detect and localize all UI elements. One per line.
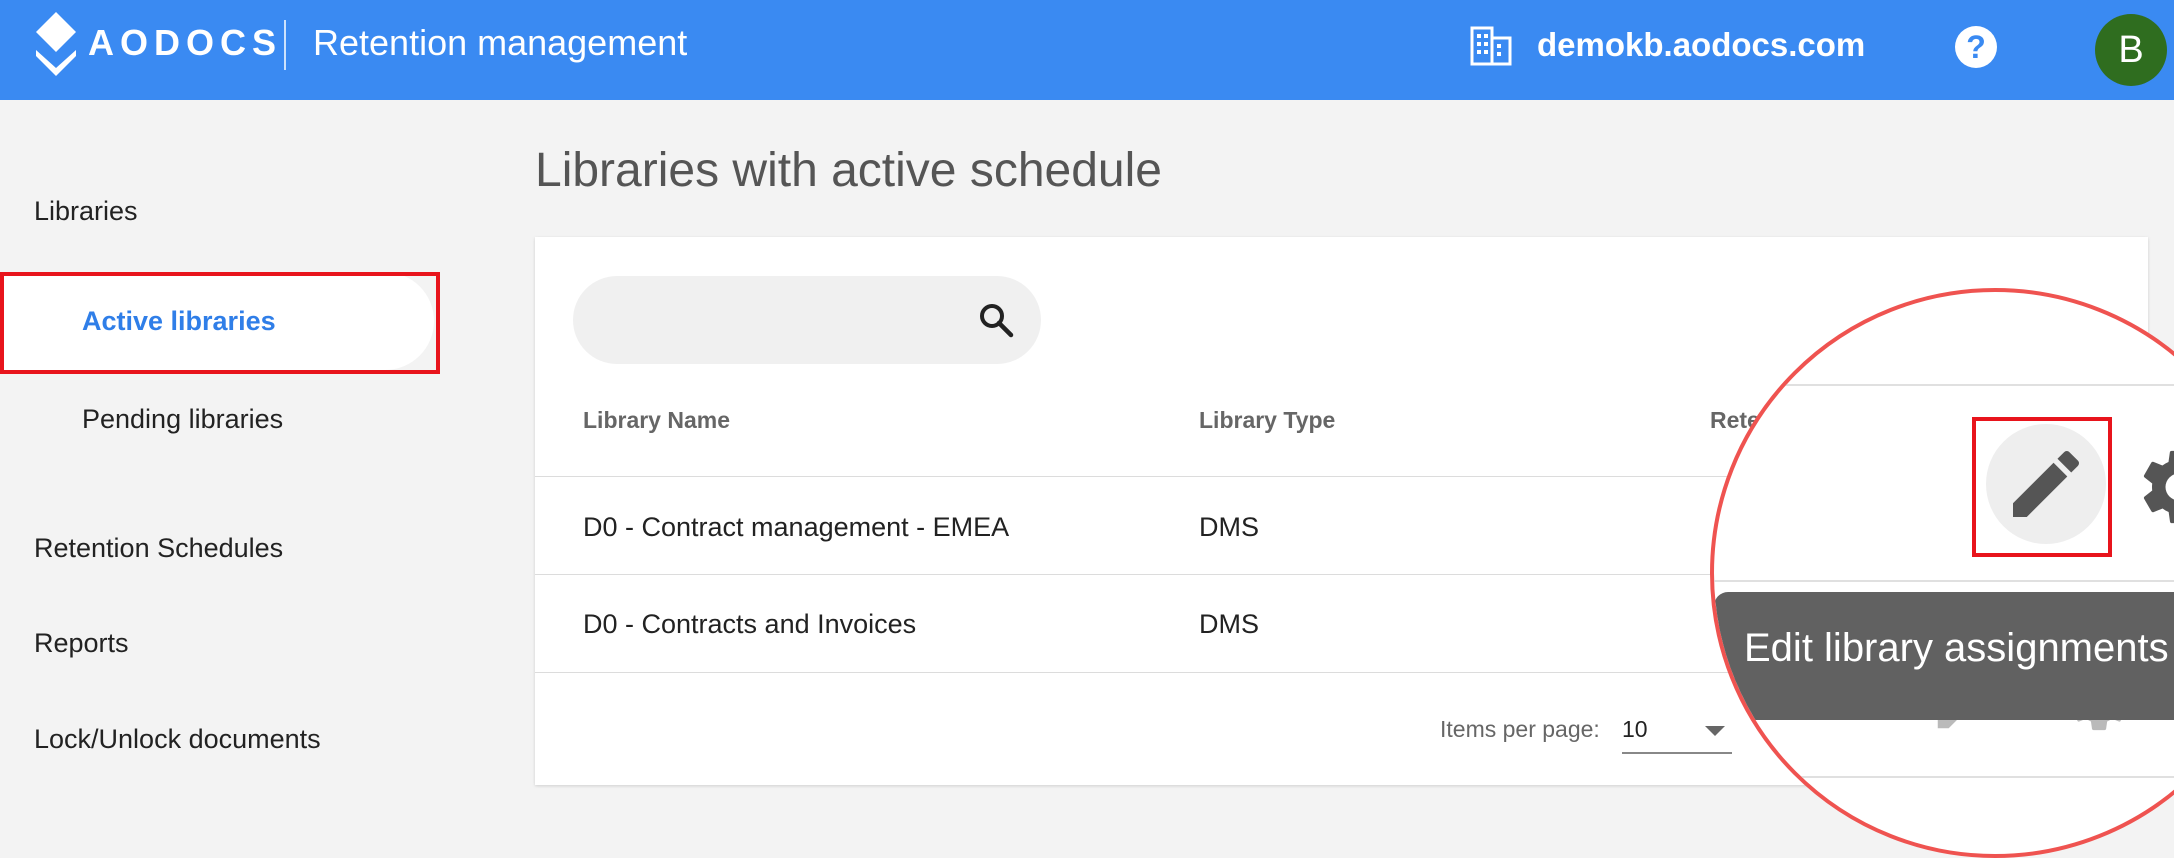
zoom-row-divider [1714, 580, 2174, 582]
table-row-2-name[interactable]: D0 - Contracts and Invoices [583, 609, 916, 640]
sidebar-item-reports[interactable]: Reports [34, 628, 129, 659]
aodocs-logo-icon [36, 12, 76, 76]
column-header-library-name[interactable]: Library Name [583, 407, 730, 434]
aodocs-logo-text: AODOCS [88, 22, 283, 63]
zoom-row-divider [1714, 776, 2174, 778]
active-libraries-highlight [0, 272, 440, 374]
header-divider [284, 20, 286, 70]
items-per-page-label: Items per page: [1440, 716, 1600, 742]
page-title: Libraries with active schedule [535, 144, 1162, 197]
help-icon[interactable]: ? [1955, 26, 1997, 68]
table-row-1-type: DMS [1199, 512, 1259, 542]
gear-icon[interactable] [2134, 442, 2174, 532]
building-icon [1470, 26, 1512, 66]
tooltip: Edit library assignments [1714, 592, 2174, 720]
edit-button-highlight [1972, 417, 2112, 557]
tooltip-text: Edit library assignments [1744, 626, 2169, 670]
table-row-1-name[interactable]: D0 - Contract management - EMEA [583, 512, 1009, 543]
app-title: Retention management [313, 22, 688, 63]
domain-label[interactable]: demokb.aodocs.com [1537, 26, 1865, 64]
sidebar-item-lock-unlock[interactable]: Lock/Unlock documents [34, 724, 321, 755]
top-app-bar: AODOCS Retention management demokb.aodoc… [0, 0, 2174, 100]
search-input[interactable] [573, 276, 1041, 364]
chevron-down-icon[interactable] [1705, 726, 1725, 736]
sidebar-item-libraries[interactable]: Libraries [34, 196, 138, 227]
zoom-row-divider [1714, 384, 2174, 386]
items-per-page-underline [1622, 752, 1732, 754]
sidebar-item-pending-libraries[interactable]: Pending libraries [82, 404, 283, 435]
sidebar-item-retention-schedules[interactable]: Retention Schedules [34, 533, 283, 564]
user-avatar[interactable]: B [2095, 14, 2167, 86]
table-row-2-type: DMS [1199, 609, 1259, 639]
items-per-page-select[interactable]: 10 [1622, 716, 1648, 743]
column-header-library-type[interactable]: Library Type [1199, 407, 1335, 434]
search-icon[interactable] [978, 302, 1014, 338]
